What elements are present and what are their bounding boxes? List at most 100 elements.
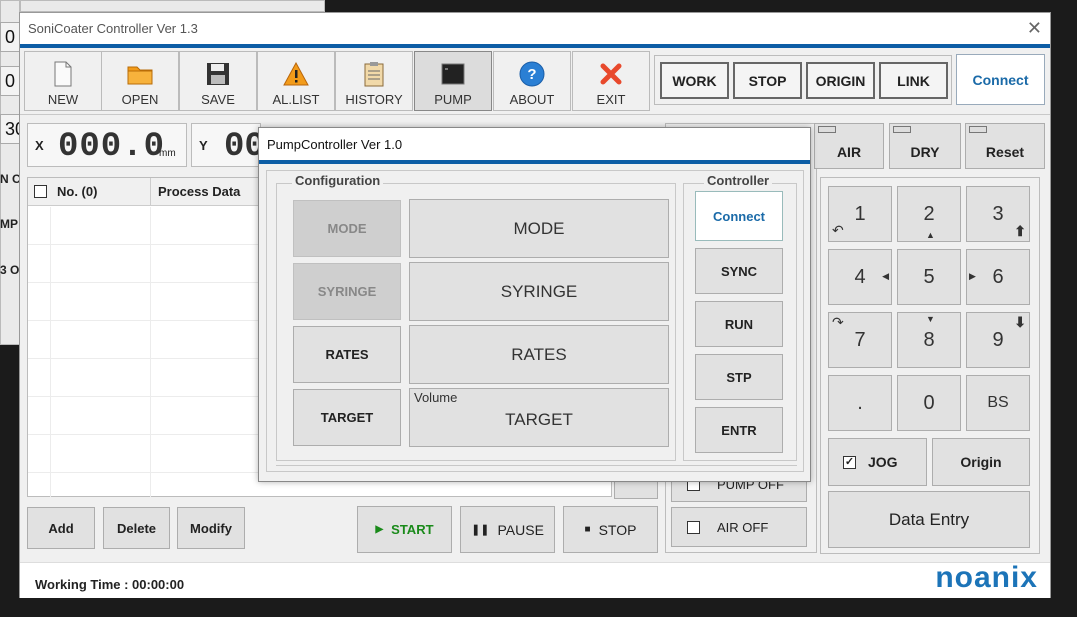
pump-connect-button[interactable]: Connect	[695, 191, 783, 241]
brand-logo: noanix	[935, 561, 1038, 594]
pump-button[interactable]: PUMP	[414, 51, 492, 111]
work-button[interactable]: WORK	[660, 62, 729, 99]
key-1[interactable]: 1 ↶	[828, 186, 892, 242]
key-3[interactable]: 3 ⬆	[966, 186, 1030, 242]
controller-label: Controller	[704, 173, 773, 188]
exit-button[interactable]: EXIT	[572, 51, 650, 111]
list-col-line	[150, 207, 151, 497]
open-button[interactable]: OPEN	[101, 51, 179, 111]
origin-status-button[interactable]: ORIGIN	[806, 62, 875, 99]
link-button[interactable]: LINK	[879, 62, 948, 99]
delete-button[interactable]: Delete	[103, 507, 170, 549]
rotate-ccw-icon: ↶	[832, 222, 844, 238]
jog-checkbox[interactable]: ✓	[843, 455, 856, 469]
select-all-checkbox[interactable]	[34, 185, 47, 198]
jog-toggle[interactable]: ✓ JOG	[828, 438, 927, 486]
key-5[interactable]: 5	[897, 249, 961, 305]
dialog-accent-line	[259, 160, 810, 164]
connect-button[interactable]: Connect	[956, 54, 1045, 105]
folder-icon	[127, 66, 153, 85]
air-lamp	[818, 126, 836, 133]
sync-button[interactable]: SYNC	[695, 248, 783, 294]
run-button[interactable]: RUN	[695, 301, 783, 347]
air-button[interactable]: AIR	[814, 123, 884, 169]
target-label: TARGET	[505, 409, 573, 429]
save-button[interactable]: SAVE	[179, 51, 257, 111]
clipboard-icon	[364, 62, 384, 87]
down-arrow-icon: ▼	[926, 314, 935, 324]
dialog-title: PumpController Ver 1.0	[267, 137, 403, 152]
modify-button[interactable]: Modify	[177, 507, 245, 549]
key-6-label: 6	[992, 265, 1004, 288]
x-position-display: X 000.0 mm	[27, 123, 187, 167]
key-5-label: 5	[923, 265, 935, 288]
about-label: ABOUT	[509, 92, 555, 107]
air-off-checkbox[interactable]	[687, 520, 700, 534]
reset-button[interactable]: Reset	[965, 123, 1045, 169]
close-icon[interactable]: ✕	[1027, 18, 1042, 39]
dry-button[interactable]: DRY	[889, 123, 961, 169]
reset-label: Reset	[985, 144, 1025, 160]
terminal-icon	[441, 63, 465, 85]
air-off-label: AIR OFF	[717, 519, 769, 535]
start-button[interactable]: ▶ START	[357, 506, 452, 553]
stop-label: STOP	[598, 521, 637, 538]
history-button[interactable]: HISTORY	[335, 51, 413, 111]
key-backspace[interactable]: BS	[966, 375, 1030, 431]
key-2[interactable]: 2 ▲	[897, 186, 961, 242]
pump-label: PUMP	[434, 92, 472, 107]
save-label: SAVE	[201, 92, 235, 107]
configuration-label: Configuration	[292, 173, 384, 188]
key-0[interactable]: 0	[897, 375, 961, 431]
dialog-title-bar: PumpController Ver 1.0	[259, 128, 810, 160]
key-6[interactable]: 6 ▶	[966, 249, 1030, 305]
origin-button[interactable]: Origin	[932, 438, 1030, 486]
key-7[interactable]: 7 ↷	[828, 312, 892, 368]
left-arrow-icon: ◀	[882, 271, 889, 281]
data-entry-button[interactable]: Data Entry	[828, 491, 1030, 548]
y-position-display: Y 00	[191, 123, 265, 167]
rotate-cw-icon: ↷	[832, 314, 844, 330]
z-down-arrow-icon: ⬇	[1014, 314, 1026, 330]
svg-text:?: ?	[527, 66, 536, 83]
main-title: SoniCoater Controller Ver 1.3	[28, 21, 198, 36]
background-cell: 30	[0, 114, 25, 144]
target-button[interactable]: Volume TARGET	[409, 388, 669, 447]
syringe-small-button[interactable]: SYRINGE	[293, 263, 401, 320]
warning-icon	[283, 62, 309, 86]
key-3-label: 3	[992, 202, 1004, 225]
play-icon: ▶	[375, 524, 384, 535]
list-header-process: Process Data	[158, 184, 241, 199]
dry-lamp	[893, 126, 911, 133]
stp-button[interactable]: STP	[695, 354, 783, 400]
pause-button[interactable]: ❚❚ PAUSE	[460, 506, 555, 553]
key-1-label: 1	[854, 202, 866, 225]
background-text: MP	[0, 217, 18, 231]
new-button[interactable]: NEW	[24, 51, 102, 111]
toolbar-divider	[20, 114, 1050, 115]
jog-label: JOG	[868, 454, 898, 470]
key-dot[interactable]: .	[828, 375, 892, 431]
add-button[interactable]: Add	[27, 507, 95, 549]
stop-status-button[interactable]: STOP	[733, 62, 802, 99]
key-4[interactable]: 4 ◀	[828, 249, 892, 305]
air-label: AIR	[836, 144, 862, 160]
target-small-button[interactable]: TARGET	[293, 389, 401, 446]
alarm-list-button[interactable]: AL.LIST	[257, 51, 335, 111]
stop-button[interactable]: ■ STOP	[563, 506, 658, 553]
open-label: OPEN	[121, 92, 159, 107]
air-off-toggle[interactable]: AIR OFF	[671, 507, 807, 547]
key-9[interactable]: 9 ⬇	[966, 312, 1030, 368]
about-button[interactable]: ? ABOUT	[493, 51, 571, 111]
mode-button[interactable]: MODE	[409, 199, 669, 258]
entr-button[interactable]: ENTR	[695, 407, 783, 453]
rates-button[interactable]: RATES	[409, 325, 669, 384]
start-label: START	[391, 522, 434, 537]
mode-small-button[interactable]: MODE	[293, 200, 401, 257]
volume-label: Volume	[414, 390, 458, 405]
syringe-button[interactable]: SYRINGE	[409, 262, 669, 321]
key-8[interactable]: 8 ▼	[897, 312, 961, 368]
rates-small-button[interactable]: RATES	[293, 326, 401, 383]
stop-icon: ■	[584, 524, 591, 535]
status-bar: Working Time : 00:00:00 noanix	[20, 561, 1050, 598]
